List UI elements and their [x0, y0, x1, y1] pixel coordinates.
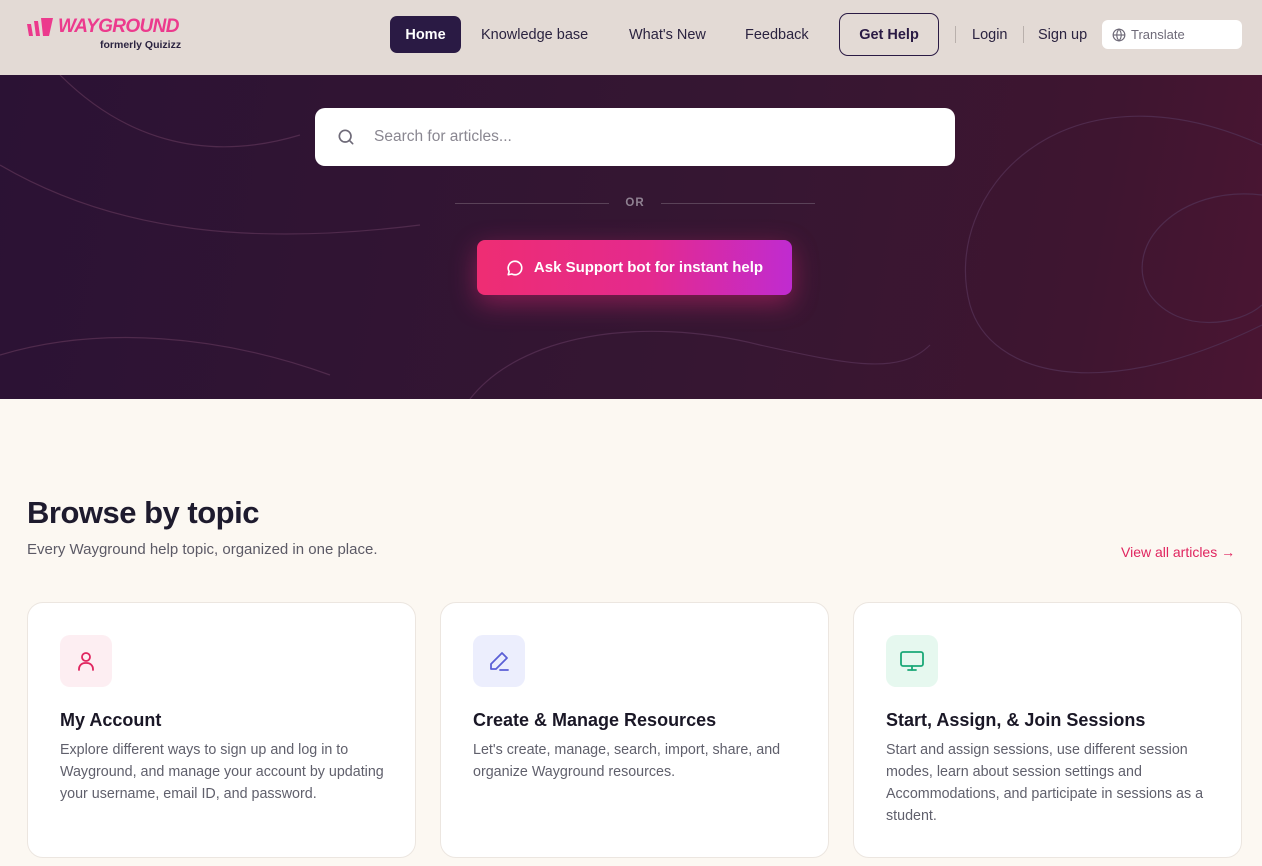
card-description: Start and assign sessions, use different…: [886, 742, 1204, 824]
card-icon-container: [886, 635, 938, 687]
nav-whats-new[interactable]: What's New: [629, 16, 706, 53]
topic-card-start-assign-join-sessions[interactable]: Start, Assign, & Join Sessions Start and…: [853, 602, 1242, 858]
search-input[interactable]: [374, 128, 914, 146]
card-icon-container: [60, 635, 112, 687]
card-icon-container: [473, 635, 525, 687]
or-line-right: [660, 202, 815, 204]
or-line-left: [455, 202, 610, 204]
chat-bubble-icon: [507, 259, 523, 276]
login-link[interactable]: Login: [972, 16, 1007, 53]
view-all-articles-link[interactable]: View all articles →: [1121, 544, 1235, 560]
pencil-icon: [490, 652, 509, 671]
browse-title: Browse by topic: [27, 495, 259, 530]
ask-support-bot-label: Ask Support bot for instant help: [533, 259, 764, 276]
user-icon: [78, 652, 94, 671]
nav-feedback[interactable]: Feedback: [745, 16, 809, 53]
nav-home[interactable]: Home: [390, 16, 461, 53]
or-divider: OR: [455, 196, 815, 210]
card-description: Let's create, manage, search, import, sh…: [473, 742, 781, 780]
translate-dropdown[interactable]: Translate: [1102, 20, 1242, 49]
ask-support-bot-button[interactable]: Ask Support bot for instant help: [477, 240, 792, 295]
topic-card-my-account[interactable]: My Account Explore different ways to sig…: [27, 602, 416, 858]
card-description: Explore different ways to sign up and lo…: [60, 742, 384, 802]
signup-link[interactable]: Sign up: [1038, 16, 1087, 53]
card-title: Start, Assign, & Join Sessions: [886, 710, 1146, 730]
card-title: My Account: [60, 710, 162, 730]
browse-subtitle: Every Wayground help topic, organized in…: [27, 541, 378, 558]
wayground-logo[interactable]: WAYGROUND formerly Quizizz: [27, 16, 187, 56]
card-title: Create & Manage Resources: [473, 710, 717, 730]
logo-mark-icon: [27, 18, 53, 36]
get-help-button[interactable]: Get Help: [839, 13, 939, 56]
divider: [955, 26, 956, 43]
or-label: OR: [625, 197, 645, 209]
globe-icon: [1112, 27, 1126, 42]
search-bar[interactable]: [315, 108, 955, 166]
hero-section: OR Ask Support bot for instant help: [0, 75, 1262, 399]
logo-subtitle: formerly Quizizz: [100, 39, 182, 51]
nav-knowledge-base[interactable]: Knowledge base: [481, 16, 588, 53]
logo-wordmark: WAYGROUND: [58, 16, 180, 37]
translate-label: Translate: [1131, 27, 1185, 42]
site-header: WAYGROUND formerly Quizizz Home Knowledg…: [0, 0, 1262, 75]
topic-card-create-manage-resources[interactable]: Create & Manage Resources Let's create, …: [440, 602, 829, 858]
monitor-icon: [900, 651, 924, 671]
divider: [1023, 26, 1024, 43]
search-icon: [338, 129, 354, 145]
